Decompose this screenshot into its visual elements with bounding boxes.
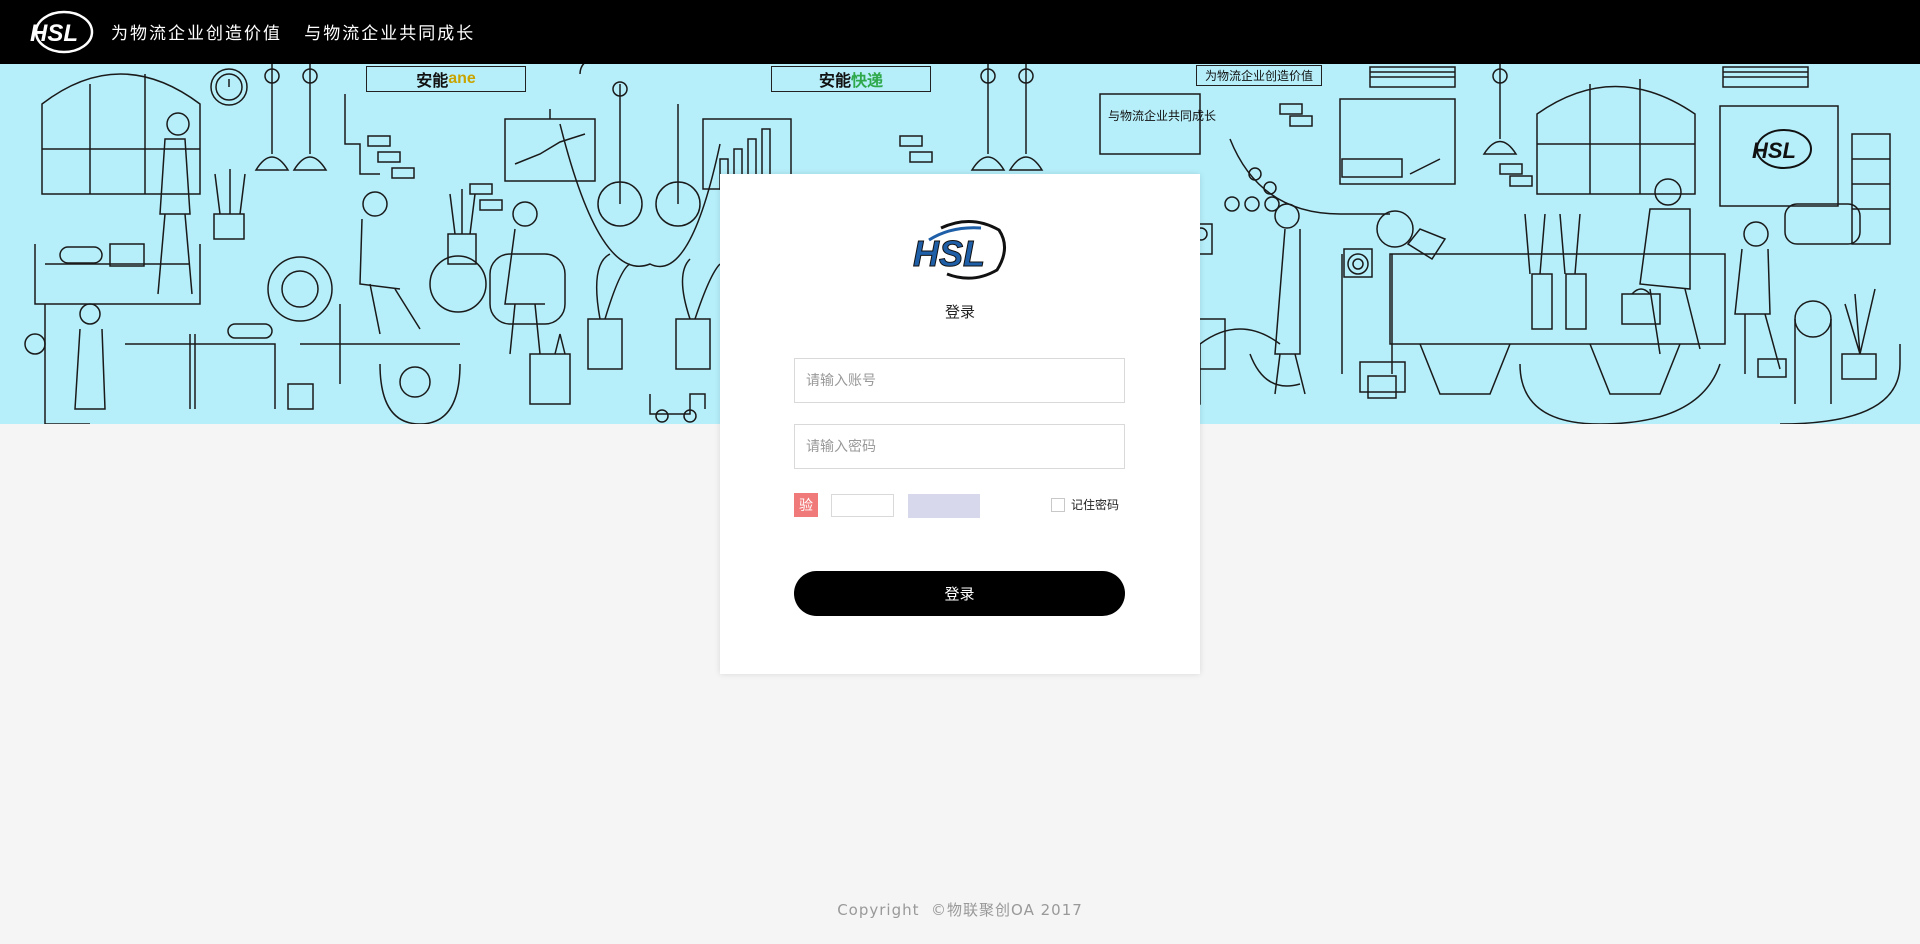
poster-hsl-logo-icon: HSL: [1752, 129, 1812, 169]
brand-sign-ane: 安能 ane: [366, 66, 526, 92]
card-logo-text: HSL: [913, 233, 985, 274]
account-input[interactable]: [794, 358, 1125, 403]
brand-sign-express-accent: 快递: [851, 73, 884, 90]
remember-label: 记住密码: [1071, 498, 1120, 512]
copyright-text: Copyright ©物联聚创OA 2017: [837, 901, 1083, 919]
brand-sign-express-main: 安能: [818, 73, 851, 90]
hsl-logo-icon: HSL: [913, 220, 1006, 280]
brand-sign-ane-accent: ane: [448, 70, 476, 87]
captcha-image[interactable]: [908, 494, 980, 518]
password-input[interactable]: [794, 424, 1125, 469]
top-logo-text: HSL: [30, 20, 78, 47]
remember-password[interactable]: 记住密码: [1051, 496, 1119, 513]
wall-sign-value: 为物流企业创造价值: [1196, 65, 1323, 86]
login-title: 登录: [944, 303, 975, 321]
login-card: HSL 登录 验 记住密码 登录: [720, 174, 1200, 674]
brand-sign-express: 安能 快递: [771, 66, 931, 92]
poster-logo-text: HSL: [1752, 138, 1796, 163]
captcha-badge: 验: [794, 493, 818, 517]
remember-checkbox[interactable]: [1051, 497, 1065, 512]
top-bar: HSL 为物流企业创造价值 与物流企业共同成长: [0, 0, 1920, 64]
captcha-input[interactable]: [831, 494, 894, 517]
wall-sign-growth: 与物流企业共同成长: [1108, 109, 1217, 123]
slogan: 为物流企业创造价值 与物流企业共同成长: [111, 24, 476, 44]
brand-sign-ane-main: 安能: [416, 73, 449, 90]
login-button[interactable]: 登录: [794, 571, 1125, 616]
hsl-logo-icon: HSL: [30, 10, 94, 54]
